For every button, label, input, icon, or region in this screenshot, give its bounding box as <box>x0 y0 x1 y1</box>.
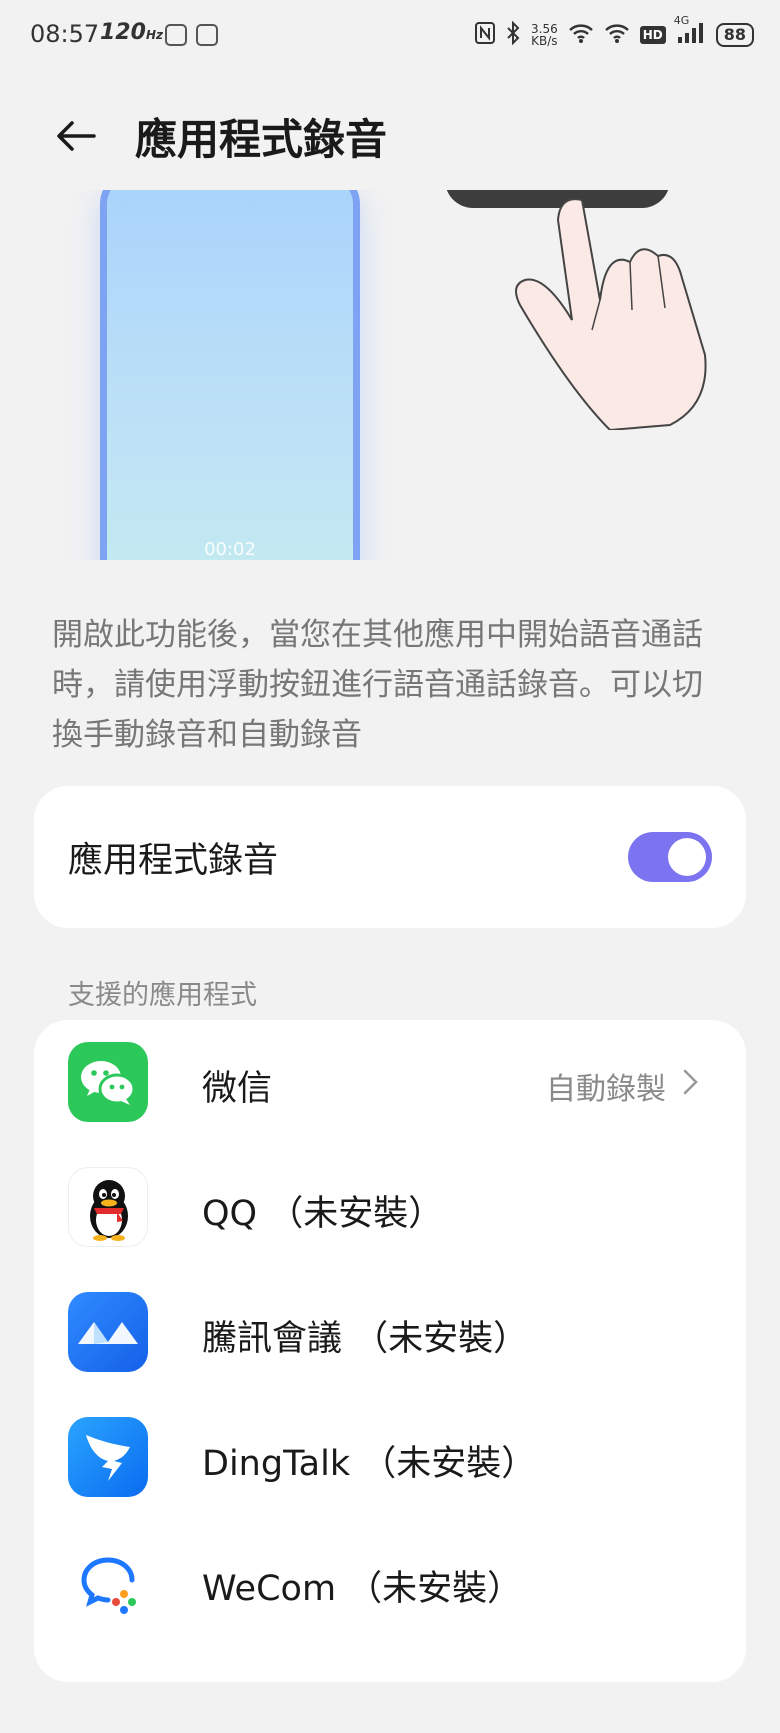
hand-pointer-icon <box>515 198 707 430</box>
battery-indicator: 88 <box>715 23 754 47</box>
back-button[interactable] <box>48 108 104 164</box>
recording-toggle-label: 應用程式錄音 <box>68 841 279 881</box>
refresh-rate-indicator: 120Hz <box>100 20 163 45</box>
hd-voice-badge: HD <box>639 26 666 44</box>
app-row-dingtalk[interactable]: DingTalk （未安裝） <box>34 1395 746 1520</box>
refresh-rate-value: 120 <box>100 20 146 45</box>
feature-description: 開啟此功能後，當您在其他應用中開始語音通話時，請使用浮動按鈕進行語音通話錄音。可… <box>52 617 703 753</box>
recording-toggle-switch[interactable] <box>628 832 712 882</box>
supported-apps-header: 支援的應用程式 <box>68 980 257 1011</box>
switch-knob <box>668 838 706 876</box>
page-title: 應用程式錄音 <box>135 115 388 164</box>
app-row-qq[interactable]: QQ （未安裝） <box>34 1145 746 1270</box>
app-row-tencent-meeting[interactable]: 騰訊會議 （未安裝） <box>34 1270 746 1395</box>
status-time: 08:57 <box>30 20 100 48</box>
supported-apps-list: 微信 自動錄製 QQ （未安裝） 騰訊會議 （未安裝） DingTalk （未安… <box>34 1020 746 1682</box>
phone-illustration: 00:02 <box>100 190 360 560</box>
back-arrow-icon <box>57 121 96 151</box>
tencent-meeting-icon <box>68 1292 148 1372</box>
nfc-icon <box>475 21 495 49</box>
wecom-icon <box>68 1542 148 1622</box>
app-recording-mode: 自動錄製 <box>546 1072 666 1107</box>
battery-level: 88 <box>723 25 746 44</box>
app-row-wecom[interactable]: WeCom （未安裝） <box>34 1520 746 1645</box>
call-timer: 00:02 <box>204 539 256 560</box>
status-icons: 3.56 KB/s HD 4G 88 <box>475 14 754 52</box>
recording-toggle-card: 應用程式錄音 <box>34 786 746 928</box>
qq-icon <box>68 1167 148 1247</box>
cellular-signal-icon: 4G <box>674 14 706 49</box>
bluetooth-icon <box>505 20 521 50</box>
notification-app-icon-2 <box>196 24 218 46</box>
network-speed: 3.56 KB/s <box>531 23 558 47</box>
notification-app-icon <box>165 24 187 46</box>
dingtalk-icon <box>68 1417 148 1497</box>
app-name: DingTalk （未安裝） <box>202 1444 537 1484</box>
app-name: QQ （未安裝） <box>202 1194 444 1234</box>
wifi-icon <box>568 22 594 49</box>
network-speed-unit: KB/s <box>531 34 558 48</box>
refresh-rate-unit: Hz <box>145 28 163 42</box>
status-bar: 08:57 120Hz 3.56 KB/s HD 4G 88 <box>0 0 780 70</box>
network-type: 4G <box>673 13 690 27</box>
app-name: 騰訊會議 （未安裝） <box>202 1319 529 1359</box>
chevron-right-icon <box>683 1069 698 1095</box>
feature-illustration: 00:02 <box>0 190 780 560</box>
wifi-icon-2 <box>604 22 630 49</box>
app-bar: 應用程式錄音 <box>0 90 780 180</box>
app-name: 微信 <box>202 1069 273 1109</box>
wechat-icon <box>68 1042 148 1122</box>
app-row-wechat[interactable]: 微信 自動錄製 <box>34 1020 746 1145</box>
app-name: WeCom （未安裝） <box>202 1569 523 1609</box>
